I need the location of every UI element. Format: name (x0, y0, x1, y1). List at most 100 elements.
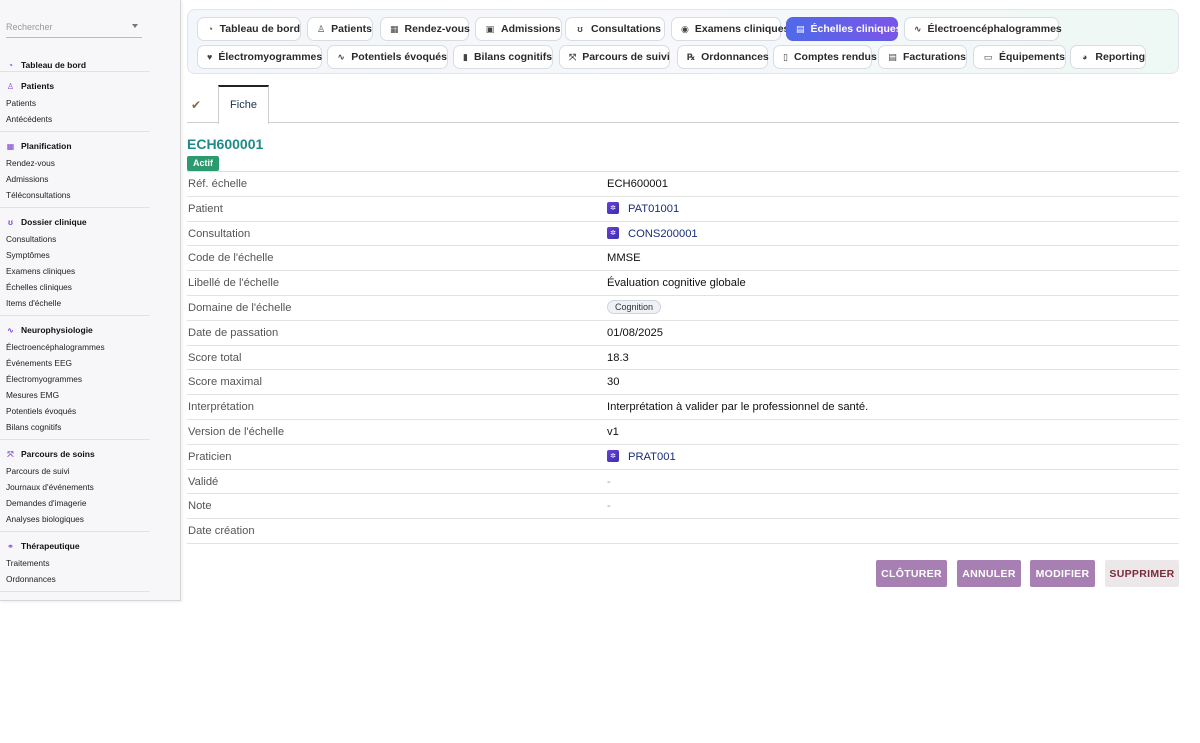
chevron-down-icon[interactable] (132, 24, 138, 28)
tab-facturations[interactable]: ▤ Facturations (878, 45, 967, 69)
tab-equipements[interactable]: ▭ Équipements (973, 45, 1066, 69)
tab-tableau-de-bord[interactable]: ◔ Tableau de bord (197, 17, 301, 41)
sidebar-item-bilans-cognitifs[interactable]: Bilans cognitifs (0, 419, 150, 435)
sidebar-heading-therapeutique[interactable]: ⚭ Thérapeutique (0, 537, 150, 555)
sidebar-section-neurophysiologie: ∿ Neurophysiologie Électroencéphalogrammes… (0, 321, 150, 440)
sidebar-heading-dossier-clinique[interactable]: ʊ Dossier clinique (0, 213, 150, 231)
pulse-icon: ∿ (914, 23, 922, 34)
edit-button[interactable]: MODIFIER (1030, 560, 1095, 587)
tab-fiche[interactable]: Fiche (218, 85, 269, 124)
sidebar-item-rendez-vous[interactable]: Rendez-vous (0, 155, 150, 171)
field-value: 18.3 (607, 351, 629, 364)
field-link[interactable]: ✲ PAT01001 (607, 202, 679, 215)
delete-button[interactable]: SUPPRIMER (1105, 560, 1179, 587)
close-record-button[interactable]: CLÔTURER (876, 560, 947, 587)
field-row-interpretation: Interprétation Interprétation à valider p… (187, 395, 1179, 420)
field-row-praticien: Praticien ✲ PRAT001 (187, 445, 1179, 470)
sidebar-heading-planification[interactable]: ▦ Planification (0, 137, 150, 155)
sidebar-item-items-d-echelle[interactable]: Items d'échelle (0, 295, 150, 311)
search-placeholder: Rechercher (6, 22, 53, 32)
sidebar-heading-neurophysiologie[interactable]: ∿ Neurophysiologie (0, 321, 150, 339)
field-value: v1 (607, 425, 619, 438)
tab-admissions[interactable]: ▣ Admissions (475, 17, 562, 41)
status-badge: Actif (187, 156, 219, 171)
field-value: Cognition (607, 299, 662, 314)
sidebar-item-admissions[interactable]: Admissions (0, 171, 150, 187)
sidebar-item-ordonnances[interactable]: Ordonnances (0, 571, 150, 587)
sidebar-item-parcours-de-suivi[interactable]: Parcours de suivi (0, 463, 150, 479)
tab-comptes-rendus[interactable]: ▯ Comptes rendus (773, 45, 877, 69)
sidebar-section-therapeutique: ⚭ Thérapeutique Traitements Ordonnances (0, 537, 150, 592)
field-link-text[interactable]: PAT01001 (628, 203, 679, 215)
field-label: Domaine de l'échelle (188, 301, 292, 314)
tab-ordonnances[interactable]: ℞ Ordonnances (677, 45, 769, 69)
record-title: ECH600001 (187, 136, 264, 152)
double-check-icon[interactable]: ✔ (191, 98, 201, 112)
tab-bilans-cognitifs[interactable]: ▮ Bilans cognitifs (453, 45, 553, 69)
sidebar-item-traitements[interactable]: Traitements (0, 555, 150, 571)
tab-reporting[interactable]: ◕ Reporting (1070, 45, 1146, 69)
sidebar-item-potentiels-evoques[interactable]: Potentiels évoqués (0, 403, 150, 419)
sidebar-item-mesures-emg[interactable]: Mesures EMG (0, 387, 150, 403)
field-value: MMSE (607, 252, 641, 265)
book-icon: ▮ (463, 51, 468, 62)
sidebar-item-electroencephalogrammes[interactable]: Électroencéphalogrammes (0, 339, 150, 355)
gauge-icon: ◔ (207, 24, 214, 34)
invoice-icon: ▤ (888, 51, 897, 62)
tab-consultations[interactable]: ʊ Consultations (565, 17, 665, 41)
field-link-text[interactable]: CONS200001 (628, 228, 698, 240)
sidebar-item-examens-cliniques[interactable]: Examens cliniques (0, 263, 150, 279)
field-label: Réf. échelle (188, 178, 248, 190)
sidebar-item-patients[interactable]: Patients (0, 95, 150, 111)
tab-examens-cliniques[interactable]: ◉ Examens cliniques (671, 17, 789, 41)
sidebar-item-electromyogrammes[interactable]: Électromyogrammes (0, 371, 150, 387)
sidebar-heading-patients[interactable]: ♙ Patients (0, 77, 150, 95)
tab-potentiels-evoques[interactable]: ∿ Potentiels évoqués (327, 45, 448, 69)
field-label: Interprétation (188, 401, 254, 414)
sidebar-item-journaux-d-evenements[interactable]: Journaux d'événements (0, 479, 150, 495)
sidebar-item-dashboard[interactable]: ◔ Tableau de bord (0, 56, 150, 74)
tab-parcours-de-suivi[interactable]: ⤧ Parcours de suivi (559, 45, 670, 69)
pulse-icon: ∿ (337, 51, 345, 62)
field-row-score-maximal: Score maximal 30 (187, 370, 1179, 396)
scale-icon: ▤ (796, 23, 805, 34)
field-label: Praticien (188, 450, 232, 463)
sidebar-item-antecedents[interactable]: Antécédents (0, 111, 150, 127)
field-link[interactable]: ✲ CONS200001 (607, 227, 698, 240)
brain-icon: ◉ (681, 23, 689, 34)
sidebar-item-evenements-eeg[interactable]: Événements EEG (0, 355, 150, 371)
user-icon: ♙ (6, 81, 15, 91)
tab-label: Électromyogrammes (218, 51, 323, 63)
field-link-text[interactable]: PRAT001 (628, 451, 676, 463)
sidebar-heading-parcours-de-soins[interactable]: ⤧ Parcours de soins (0, 445, 150, 463)
field-link[interactable]: ✲ PRAT001 (607, 450, 676, 463)
stethoscope-icon: ʊ (8, 217, 13, 227)
tab-electroencephalogrammes[interactable]: ∿ Électroencéphalogrammes (904, 17, 1062, 41)
cancel-button[interactable]: ANNULER (957, 560, 1021, 587)
tab-echelles-cliniques[interactable]: ▤ Échelles cliniques (786, 17, 902, 41)
sidebar-item-teleconsultations[interactable]: Téléconsultations (0, 187, 150, 203)
user-icon: ♙ (317, 23, 326, 34)
search-input[interactable]: Rechercher (6, 18, 142, 38)
tab-patients[interactable]: ♙ Patients (307, 17, 373, 41)
field-row-code-de-l-echelle: Code de l'échelle MMSE (187, 246, 1179, 272)
calendar-icon: ▦ (6, 141, 15, 151)
gauge-icon: ◔ (8, 60, 13, 70)
tab-label: Admissions (501, 23, 561, 35)
sidebar-item-echelles-cliniques[interactable]: Échelles cliniques (0, 279, 150, 295)
sidebar-section-patients: ♙ Patients Patients Antécédents (0, 77, 150, 132)
sidebar-item-demandes-d-imagerie[interactable]: Demandes d'imagerie (0, 495, 150, 511)
sidebar-item-analyses-biologiques[interactable]: Analyses biologiques (0, 511, 150, 527)
record-link-icon: ✲ (607, 450, 619, 463)
tab-label: Tableau de bord (219, 23, 300, 35)
tab-rendez-vous[interactable]: ▦ Rendez-vous (380, 17, 470, 41)
sidebar-item-symptomes[interactable]: Symptômes (0, 247, 150, 263)
heart-pulse-icon: ♥ (207, 52, 213, 62)
sidebar-heading-label: Thérapeutique (21, 541, 80, 551)
tab-label: Rendez-vous (404, 23, 470, 35)
tab-electromyogrammes[interactable]: ♥ Électromyogrammes (197, 45, 322, 69)
prescription-icon: ℞ (687, 51, 696, 62)
clipboard-icon: ▣ (485, 23, 495, 34)
tab-label: Ordonnances (701, 51, 769, 63)
sidebar-item-consultations[interactable]: Consultations (0, 231, 150, 247)
